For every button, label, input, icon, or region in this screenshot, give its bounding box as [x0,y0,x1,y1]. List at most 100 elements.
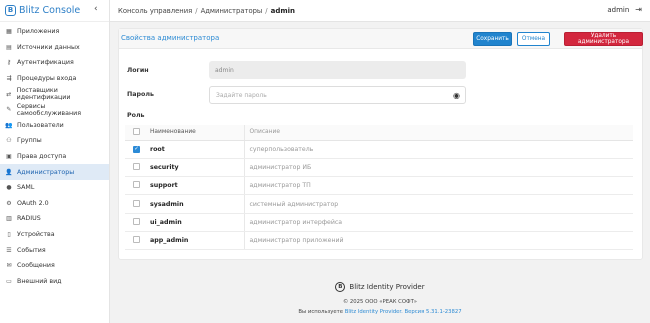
sidebar-item-label: Сервисы самообслуживания [16,102,81,117]
blitz-logo-icon: B [5,5,16,16]
role-description: администратор приложений [244,231,633,251]
delete-admin-button[interactable]: Удалить администратора [564,32,643,46]
access-rights-icon: ▣ [6,153,12,161]
sidebar-item-access-rights[interactable]: ▣ Права доступа [0,149,109,165]
login-label: Логин [127,67,149,74]
breadcrumb-item-console[interactable]: Консоль управления [118,7,192,15]
sidebar-item-admin[interactable]: 👤 Администраторы [0,164,109,180]
sidebar-item-appearance[interactable]: ▭ Внешний вид [0,274,109,290]
sidebar-item-label: Администраторы [17,168,75,176]
role-description: системный администратор [244,194,633,214]
footer-version: Вы используете Blitz Identity Provider. … [110,309,650,315]
footer-product: Blitz Identity Provider [349,283,425,291]
sidebar-item-label: RADIUS [17,215,41,223]
sidebar-item-oauth[interactable]: ⚙ OAuth 2.0 [0,196,109,212]
sidebar: B Blitz Console ‹ ▦ Приложения ▤ Источники … [0,0,110,323]
footer-version-link[interactable]: Blitz Identity Provider. Версия 5.31.1-2… [345,309,462,315]
column-description-header: Описание [244,125,633,141]
login-field: admin [209,61,466,79]
logout-icon[interactable]: ⇥ [635,5,642,14]
password-field[interactable]: Задайте пароль ◉ [209,86,466,104]
saml-icon: ● [6,184,12,192]
role-checkbox[interactable] [133,236,140,244]
password-placeholder: Задайте пароль [216,91,267,99]
table-row[interactable]: app_admin администратор приложений [125,231,633,251]
checkbox-cell [125,176,147,196]
role-name: support [147,176,245,196]
sidebar-item-provider[interactable]: ⇄ Поставщики идентификации [0,86,109,102]
sidebar-item-groups[interactable]: ⚇ Группы [0,133,109,149]
sidebar-item-label: Пользователи [17,121,64,129]
footer-copyright: © 2025 ООО «РЕАК СОФТ» [342,299,418,305]
sidebar-item-label: Внешний вид [17,277,62,285]
role-description: администратор ИБ [244,158,633,178]
user-menu[interactable]: admin ⇥ [607,5,642,14]
breadcrumb-current: admin [270,6,296,15]
table-row[interactable]: support администратор ТП [125,176,633,196]
role-checkbox[interactable] [133,217,140,225]
sidebar-item-label: Приложения [17,28,60,36]
sidebar-item-saml[interactable]: ● SAML [0,180,109,196]
users-icon: 👥 [5,121,13,129]
breadcrumb-item-admins[interactable]: Администраторы [201,7,263,15]
role-label: Роль [127,112,145,119]
checkbox-cell [125,194,147,214]
sidebar-item-devices[interactable]: ▯ Устройства [0,227,109,243]
table-row[interactable]: ui_admin администратор интерфейса [125,213,633,232]
login-flow-icon: ⇶ [6,75,12,83]
events-icon: ☰ [6,246,12,254]
topbar: Консоль управления / Администраторы / admin … [110,0,650,22]
breadcrumb: Консоль управления / Администраторы / admin [118,7,295,15]
breadcrumb-separator: / [265,6,268,15]
footer-version-prefix: Вы используете [298,309,344,315]
checkbox-cell: ✓ [125,140,147,159]
sidebar-item-wrench[interactable]: ✎ Сервисы самообслуживания [0,102,109,118]
key-icon: ⚷ [6,59,12,67]
save-button[interactable]: Сохранить [473,32,512,46]
brand[interactable]: B Blitz Console [0,0,109,22]
card-header: Свойства администратора Сохранить Отмена… [119,29,643,49]
sidebar-nav: ▦ Приложения ▤ Источники данных ⚷ Аутентифика… [0,22,109,289]
apps-icon: ▦ [6,28,12,36]
role-checkbox[interactable] [133,181,140,189]
role-checkbox[interactable] [133,199,140,207]
sidebar-item-apps[interactable]: ▦ Приложения [0,24,109,40]
role-checkbox[interactable]: ✓ [133,146,140,154]
messages-icon: ✉ [6,262,12,270]
role-name: sysadmin [147,194,245,214]
sidebar-item-radius[interactable]: ▥ RADIUS [0,211,109,227]
sidebar-item-events[interactable]: ☰ События [0,242,109,258]
sidebar-item-label: Права доступа [17,153,67,161]
radius-icon: ▥ [6,215,12,223]
sidebar-item-label: События [17,246,46,254]
table-row[interactable]: sysadmin системный администратор [125,194,633,214]
select-all-checkbox[interactable] [133,127,140,135]
table-row[interactable]: security администратор ИБ [125,158,633,178]
sidebar-item-key[interactable]: ⚷ Аутентификация [0,55,109,71]
sidebar-item-users[interactable]: 👥 Пользователи [0,118,109,134]
eye-icon[interactable]: ◉ [453,91,460,100]
sidebar-item-login-flow[interactable]: ⇶ Процедуры входа [0,71,109,87]
column-name-header: Наименование [147,125,245,141]
sidebar-item-messages[interactable]: ✉ Сообщения [0,258,109,274]
admin-icon: 👤 [5,168,13,176]
checkbox-cell [125,158,147,178]
brand-name: Blitz Console [19,5,81,16]
checkbox-cell [125,231,147,251]
checkbox-cell [125,213,147,232]
sidebar-item-label: Источники данных [17,43,80,51]
oauth-icon: ⚙ [6,199,12,207]
role-name: security [147,158,245,178]
devices-icon: ▯ [7,231,11,239]
table-row[interactable]: ✓ root суперпользователь [125,140,633,159]
role-description: суперпользователь [244,140,633,159]
sidebar-item-label: Поставщики идентификации [16,87,71,102]
sidebar-item-database[interactable]: ▤ Источники данных [0,40,109,56]
breadcrumb-separator: / [195,6,198,15]
role-checkbox[interactable] [133,162,140,170]
appearance-icon: ▭ [6,277,12,285]
sidebar-item-label: Сообщения [17,262,55,270]
chevron-left-icon[interactable]: ‹ [94,4,98,14]
cancel-button[interactable]: Отмена [517,32,550,46]
database-icon: ▤ [6,43,12,51]
